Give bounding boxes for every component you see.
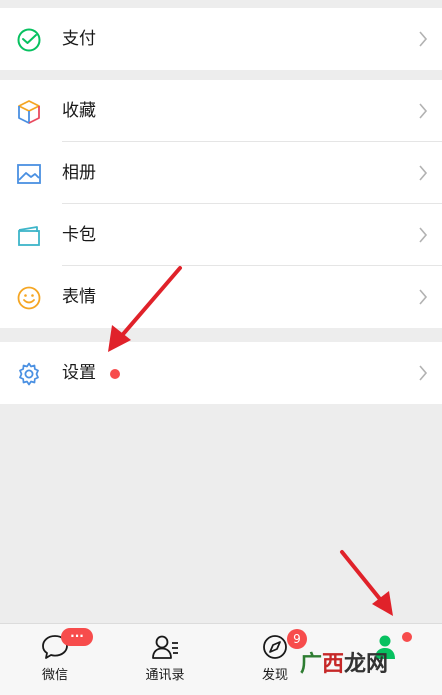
menu-item-pay[interactable]: 支付 [0,8,442,70]
tab-chats[interactable]: ··· 微信 [0,624,110,695]
arrow-to-me-tab [340,550,393,616]
contacts-icon [152,635,178,659]
chevron-right-icon [419,103,428,119]
menu-item-settings[interactable]: 设置 [0,342,442,404]
tab-contacts-label: 通讯录 [145,668,185,683]
menu-label-settings: 设置 [62,363,96,383]
chevron-right-icon [419,31,428,47]
tab-contacts[interactable]: 通讯录 [110,624,220,695]
pay-icon [17,28,41,52]
menu-item-stickers[interactable]: 表情 [0,266,442,328]
gear-icon [19,362,39,386]
me-red-dot [402,632,412,642]
menu-label-favorites: 收藏 [62,101,96,121]
chats-badge: ··· [61,628,93,646]
menu-group-pay: 支付 [0,8,442,70]
watermark-logo: 广西龙网 [300,651,389,677]
menu-label-pay: 支付 [62,29,96,49]
menu-group-settings: 设置 [0,342,442,404]
card-wallet-icon [18,226,40,246]
menu-item-favorites[interactable]: 收藏 [0,80,442,142]
top-gap [0,0,442,8]
picture-icon [17,164,41,184]
menu-label-album: 相册 [62,163,96,183]
cube-icon [18,100,40,124]
chevron-right-icon [419,227,428,243]
tab-chats-label: 微信 [41,668,68,683]
smiley-icon [17,286,41,310]
compass-icon [263,635,287,659]
chevron-right-icon [419,365,428,381]
menu-item-album[interactable]: 相册 [0,142,442,204]
chevron-right-icon [419,165,428,181]
chevron-right-icon [419,289,428,305]
menu-label-stickers: 表情 [62,287,96,307]
menu-label-cards: 卡包 [62,225,96,245]
menu-item-cards[interactable]: 卡包 [0,204,442,266]
menu-group-main: 收藏 相册 卡包 表情 [0,80,442,328]
settings-red-dot [110,369,120,379]
